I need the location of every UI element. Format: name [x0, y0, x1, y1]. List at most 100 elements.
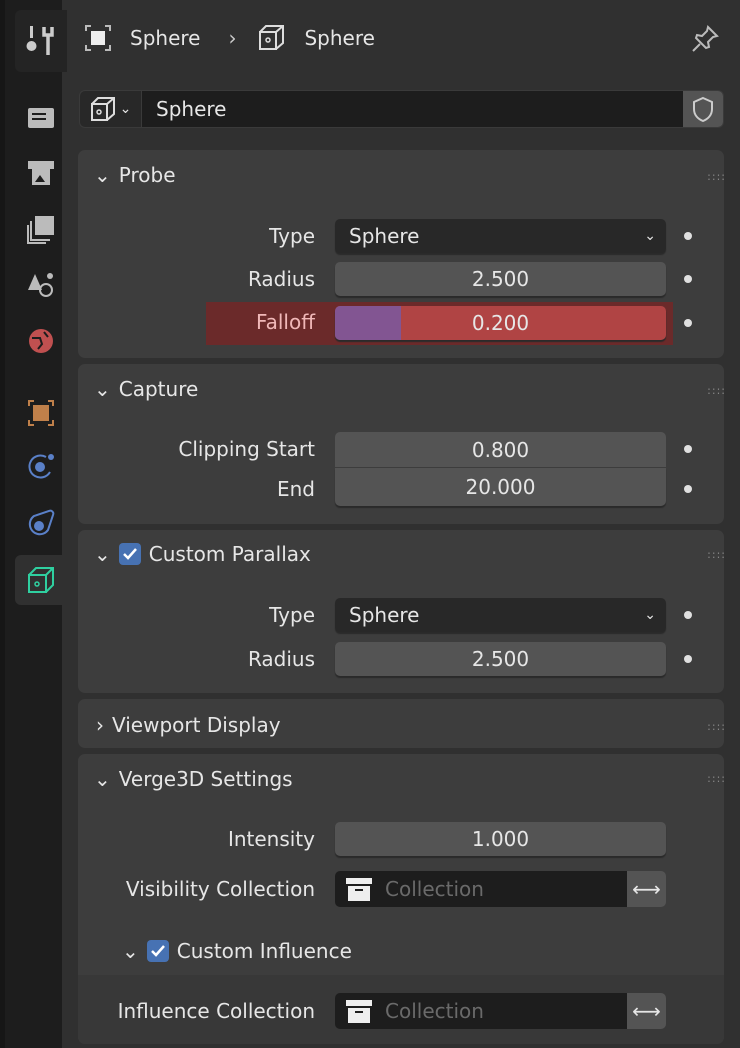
collection-icon	[346, 1000, 372, 1023]
clip-start-field[interactable]: 0.800	[335, 432, 666, 467]
visibility-collection-field[interactable]: Collection	[335, 871, 627, 907]
light-probe-icon	[90, 97, 115, 121]
physics-icon	[28, 454, 54, 479]
collection-icon	[346, 878, 372, 901]
influence-collection-field[interactable]: Collection	[335, 993, 627, 1029]
drag-handle[interactable]: ::::	[707, 720, 726, 733]
constraints-icon	[28, 509, 55, 536]
chevron-down-icon: ⌄	[122, 939, 139, 963]
tab-object[interactable]	[15, 388, 67, 438]
keyframe-dot[interactable]	[684, 611, 692, 619]
datablock-browse-button[interactable]: ⌄	[80, 91, 142, 127]
chevron-right-icon: ›	[228, 26, 237, 50]
slider-value: 0.200	[471, 311, 530, 335]
type-label: Type	[269, 224, 315, 248]
tab-output[interactable]	[15, 148, 67, 198]
clip-start-label: Clipping Start	[178, 437, 315, 461]
chevron-down-icon: ⌄	[644, 228, 656, 244]
light-probe-data-icon	[28, 567, 54, 593]
tab-data[interactable]	[15, 555, 67, 605]
radius-label: Radius	[247, 647, 315, 671]
breadcrumb: Sphere › Sphere	[84, 22, 375, 54]
world-icon	[29, 329, 53, 353]
chevron-down-icon: ⌄	[119, 101, 132, 117]
tab-render[interactable]	[15, 92, 67, 142]
visibility-collection-label: Visibility Collection	[125, 877, 315, 901]
datablock-name-input[interactable]: Sphere	[142, 91, 683, 127]
chevron-right-icon: ›	[96, 713, 104, 737]
tab-view-layer[interactable]	[15, 204, 67, 254]
viewport-display-header[interactable]: › Viewport Display	[96, 713, 281, 737]
panel-title: Verge3D Settings	[118, 767, 293, 791]
tool-icon	[26, 26, 54, 55]
clip-end-field[interactable]: 20.000	[335, 468, 666, 506]
render-icon	[28, 108, 54, 128]
keyframe-dot[interactable]	[684, 485, 692, 493]
pin-icon[interactable]	[690, 24, 720, 54]
falloff-slider[interactable]: 0.200	[335, 306, 666, 340]
tab-tool[interactable]	[15, 10, 67, 72]
chevron-down-icon: ⌄	[94, 163, 111, 187]
object-icon	[85, 25, 111, 51]
drag-handle[interactable]: ::::	[707, 384, 726, 397]
dropdown-value: Sphere	[349, 224, 420, 248]
influence-collection-label: Influence Collection	[117, 999, 315, 1023]
check-icon	[122, 548, 137, 560]
drag-handle[interactable]: ::::	[707, 772, 726, 785]
keyframe-dot[interactable]	[684, 445, 692, 453]
panel-title: Custom Parallax	[148, 542, 311, 566]
probe-type-dropdown[interactable]: Sphere ⌄	[335, 219, 666, 253]
falloff-label: Falloff	[255, 310, 315, 334]
check-icon	[150, 945, 165, 957]
chevron-down-icon: ⌄	[94, 377, 111, 401]
capture-panel-header[interactable]: ⌄ Capture	[94, 377, 198, 401]
parallax-radius-field[interactable]: 2.500	[335, 642, 666, 676]
custom-parallax-checkbox[interactable]	[118, 543, 141, 565]
custom-influence-header[interactable]: ⌄ Custom Influence	[122, 939, 352, 963]
breadcrumb-object[interactable]: Sphere	[130, 26, 200, 50]
keyframe-dot[interactable]	[684, 655, 692, 663]
chevron-down-icon: ⌄	[94, 767, 111, 791]
datablock-selector: ⌄ Sphere	[79, 90, 724, 128]
clip-end-label: End	[276, 477, 315, 501]
swap-icon[interactable]: ⟷	[627, 871, 666, 907]
keyframe-dot[interactable]	[684, 232, 692, 240]
tab-physics[interactable]	[15, 442, 67, 492]
swap-icon[interactable]: ⟷	[627, 993, 666, 1029]
parallax-type-dropdown[interactable]: Sphere ⌄	[335, 598, 666, 632]
dropdown-value: Sphere	[349, 603, 420, 627]
chevron-down-icon: ⌄	[94, 542, 111, 566]
tab-constraints[interactable]	[15, 498, 67, 548]
shield-icon	[693, 96, 713, 122]
placeholder: Collection	[385, 999, 484, 1023]
properties-tab-bar	[0, 0, 67, 1048]
tab-world[interactable]	[15, 316, 67, 366]
subpanel-title: Custom Influence	[176, 939, 352, 963]
keyframe-dot[interactable]	[684, 275, 692, 283]
chevron-down-icon: ⌄	[644, 607, 656, 623]
fake-user-button[interactable]	[683, 91, 723, 127]
output-icon	[28, 161, 54, 185]
intensity-field[interactable]: 1.000	[335, 822, 666, 856]
slider-fill	[335, 306, 402, 340]
panel-title: Capture	[118, 377, 199, 401]
intensity-label: Intensity	[227, 827, 315, 851]
placeholder: Collection	[385, 877, 484, 901]
tab-scene[interactable]	[15, 260, 67, 310]
keyframe-dot[interactable]	[684, 319, 692, 327]
scene-icon	[28, 273, 53, 297]
drag-handle[interactable]: ::::	[707, 548, 726, 561]
light-probe-icon	[259, 25, 285, 50]
radius-label: Radius	[247, 267, 315, 291]
view-layer-icon	[27, 216, 54, 244]
panel-title: Probe	[118, 163, 176, 187]
radius-field[interactable]: 2.500	[335, 262, 666, 296]
drag-handle[interactable]: ::::	[707, 170, 726, 183]
custom-influence-checkbox[interactable]	[146, 940, 169, 962]
custom-parallax-header[interactable]: ⌄ Custom Parallax	[94, 542, 311, 566]
verge3d-header[interactable]: ⌄ Verge3D Settings	[94, 767, 293, 791]
type-label: Type	[269, 603, 315, 627]
breadcrumb-data[interactable]: Sphere	[304, 26, 374, 50]
panel-title: Viewport Display	[112, 713, 281, 737]
probe-panel-header[interactable]: ⌄ Probe	[94, 163, 176, 187]
